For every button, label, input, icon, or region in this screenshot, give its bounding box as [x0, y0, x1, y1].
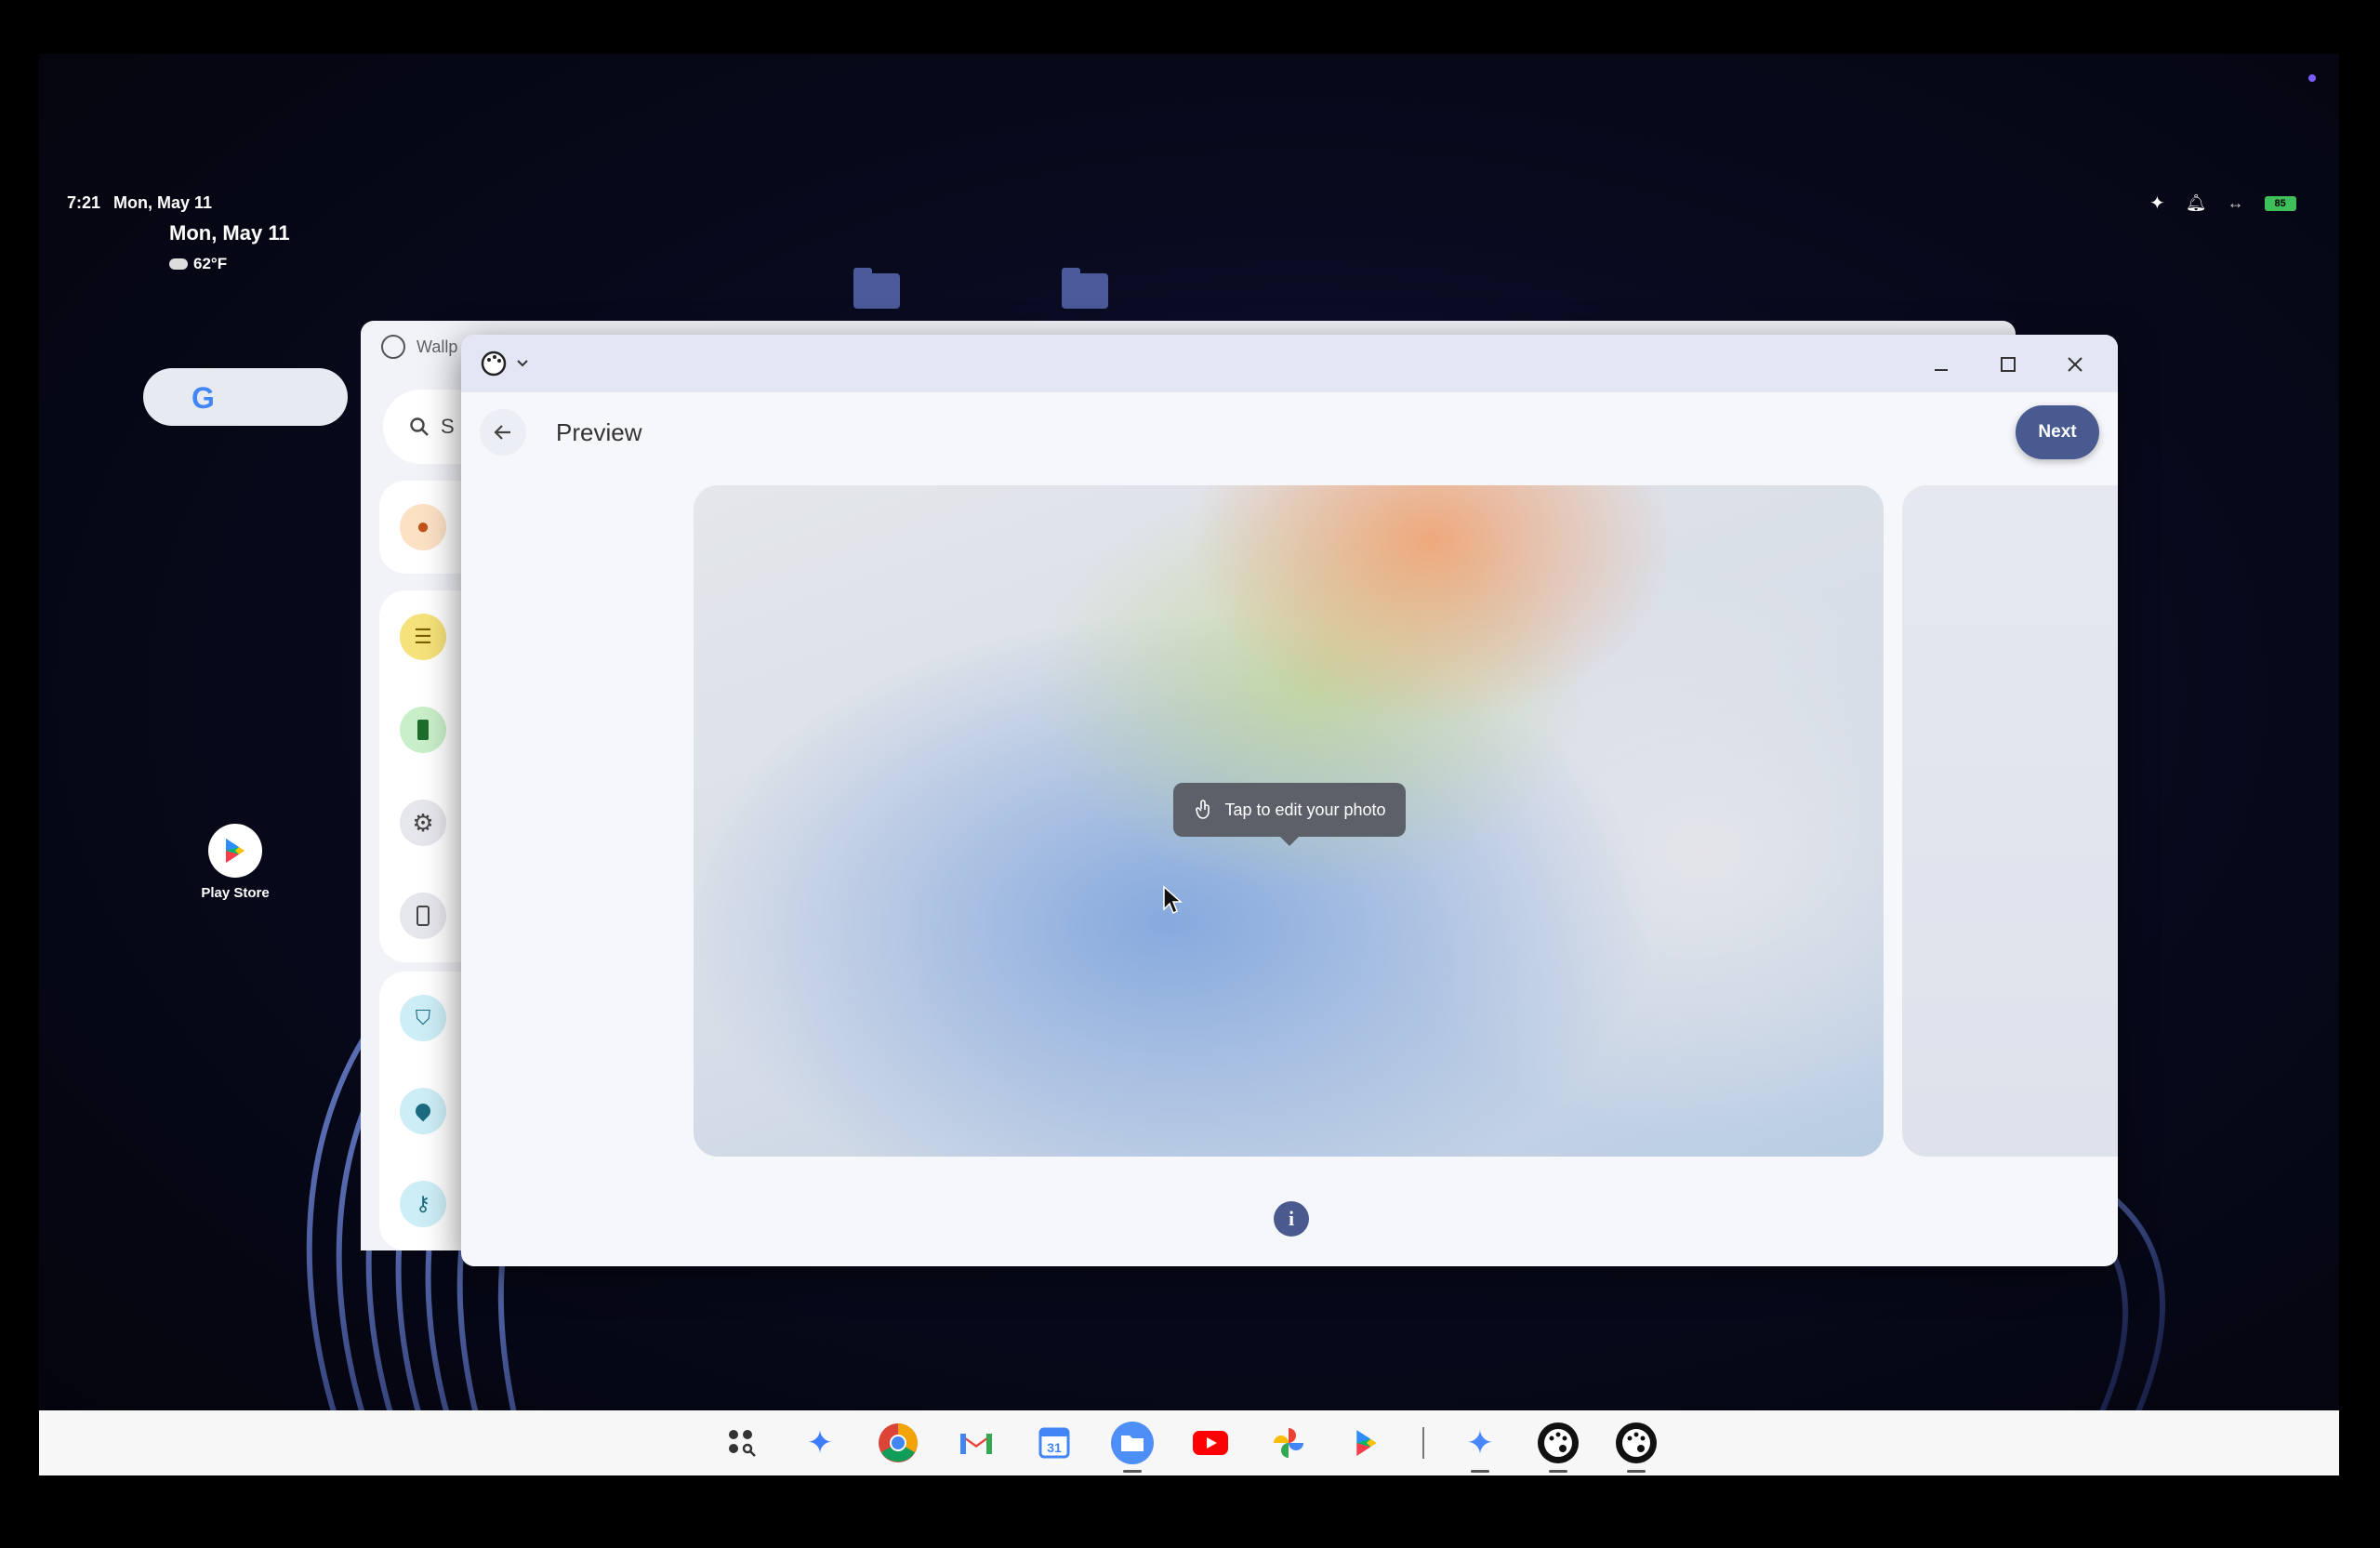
back-button[interactable] — [480, 409, 526, 456]
battery-icon: 85 — [2264, 195, 2296, 211]
edit-photo-tooltip: Tap to edit your photo — [1173, 783, 1406, 846]
gemini-spark-icon: ✦ — [2149, 193, 2165, 214]
info-button[interactable]: i — [1274, 1201, 1309, 1237]
notification-bell-icon: 🔔︎ — [2185, 193, 2207, 212]
key-icon: ⚷ — [400, 1181, 446, 1227]
status-tray[interactable]: ✦ 🔔︎ ↔ 85 — [2149, 192, 2296, 215]
shelf-gemini-running-app[interactable]: ✦ — [1458, 1421, 1502, 1473]
wallpaper-palette-icon — [481, 351, 507, 377]
app-menu-button[interactable] — [480, 350, 530, 377]
widget-temperature: 62°F — [193, 255, 228, 272]
tooltip-text: Tap to edit your photo — [1224, 800, 1386, 819]
shelf-chrome-app[interactable] — [876, 1421, 920, 1465]
apps-list-icon: ☰ — [400, 614, 446, 660]
desktop-folder-1[interactable] — [853, 268, 900, 309]
shelf-gemini-app[interactable]: ✦ — [798, 1421, 842, 1465]
google-g-icon: G — [192, 381, 215, 415]
chevron-down-icon — [517, 360, 528, 367]
shelf-separator — [1422, 1427, 1424, 1459]
wallpaper-app-icon — [381, 335, 405, 359]
play-store-shortcut[interactable]: Play Store — [193, 824, 277, 901]
wallpaper-preview-window[interactable]: Preview Next Tap to edit your photo i — [461, 335, 2118, 1266]
date-weather-widget[interactable]: Mon, May 11 62°F — [169, 221, 290, 273]
preview-toolbar: Preview Next — [461, 392, 2118, 472]
desktop-folder-2[interactable] — [1062, 268, 1108, 309]
close-icon — [2068, 357, 2082, 372]
shelf-wallpaper-app[interactable] — [1536, 1421, 1580, 1473]
photos-pinwheel-icon — [1274, 1428, 1303, 1458]
settings-window-title: Wallp — [416, 337, 458, 356]
gear-icon: ⚙ — [400, 800, 446, 846]
calendar-icon: 31 — [1038, 1427, 1070, 1459]
battery-level: 85 — [2274, 197, 2286, 209]
shelf-files-app[interactable] — [1110, 1421, 1155, 1473]
status-time[interactable]: 7:21 — [67, 193, 100, 213]
battery-icon — [400, 707, 446, 753]
wallpaper-palette-icon — [1538, 1422, 1579, 1463]
gmail-icon — [960, 1434, 992, 1454]
touch-gesture-icon — [1196, 800, 1210, 819]
arrow-back-icon — [494, 425, 510, 440]
gemini-icon: ✦ — [1465, 1423, 1495, 1462]
screen: 7:21 Mon, May 11 ✦ 🔔︎ ↔ 85 Play Store Mo… — [0, 0, 2380, 1548]
google-search-bar[interactable]: G — [143, 368, 348, 426]
gemini-icon: ✦ — [806, 1425, 834, 1461]
shelf-youtube-app[interactable] — [1188, 1421, 1233, 1465]
files-icon — [1111, 1422, 1154, 1464]
minimize-icon — [1935, 369, 1948, 371]
play-store-icon — [208, 824, 262, 878]
play-store-icon — [1356, 1430, 1377, 1456]
shelf-play-store-app[interactable] — [1344, 1421, 1389, 1465]
network-icon: ↔ — [2227, 193, 2244, 212]
search-icon — [410, 417, 429, 436]
widget-date: Mon, May 11 — [169, 221, 290, 245]
launcher-icon — [729, 1430, 756, 1457]
shield-icon: ⛉ — [400, 995, 446, 1041]
shelf-calendar-app[interactable]: 31 — [1032, 1421, 1077, 1465]
youtube-icon — [1193, 1431, 1228, 1455]
svg-text:31: 31 — [1047, 1440, 1062, 1455]
shelf-wallpaper-app-2[interactable] — [1614, 1421, 1659, 1473]
page-title: Preview — [556, 418, 642, 446]
device-icon — [400, 893, 446, 939]
next-wallpaper-preview[interactable] — [1902, 485, 2118, 1157]
chrome-icon — [879, 1423, 918, 1462]
status-date[interactable]: Mon, May 11 — [113, 193, 212, 213]
info-icon: i — [1288, 1207, 1295, 1230]
play-store-label: Play Store — [201, 885, 270, 901]
mouse-cursor-icon — [1163, 885, 1183, 915]
shelf-gmail-app[interactable] — [954, 1421, 998, 1465]
wallpaper-palette-icon — [1616, 1422, 1657, 1463]
shelf-photos-app[interactable] — [1266, 1421, 1311, 1465]
location-pin-icon — [400, 1088, 446, 1134]
palette-icon: ● — [400, 504, 446, 550]
shelf: ✦ 31 ✦ — [39, 1410, 2339, 1475]
screen-recording-indicator — [2308, 74, 2316, 82]
maximize-icon — [2001, 357, 2016, 372]
widget-weather: 62°F — [169, 255, 290, 273]
minimize-button[interactable] — [1923, 346, 1960, 383]
cloud-icon — [169, 258, 188, 270]
close-button[interactable] — [2056, 346, 2094, 383]
next-button[interactable]: Next — [2016, 405, 2099, 459]
launcher-button[interactable] — [720, 1421, 764, 1465]
settings-search-placeholder: S — [441, 415, 455, 438]
maximize-button[interactable] — [1990, 346, 2027, 383]
wallpaper-window-titlebar[interactable] — [461, 335, 2118, 392]
